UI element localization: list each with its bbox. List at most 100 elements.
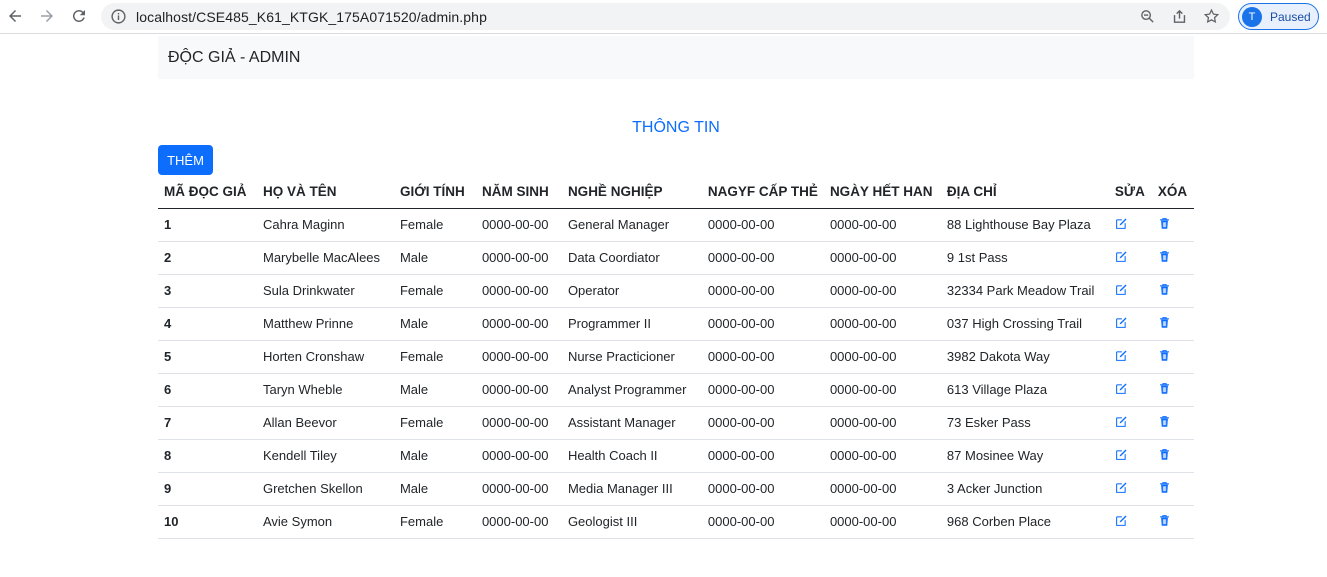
cell-name: Kendell Tiley: [256, 439, 394, 473]
cell-issue-date: 0000-00-00: [701, 505, 824, 539]
cell-address: 613 Village Plaza: [940, 373, 1109, 407]
table-row: 1 Cahra Maginn Female 0000-00-00 General…: [158, 208, 1194, 242]
cell-occupation: Assistant Manager: [561, 406, 702, 440]
trash-icon[interactable]: [1158, 315, 1172, 329]
reload-icon[interactable]: [68, 5, 90, 27]
cell-name: Marybelle MacAlees: [256, 241, 394, 275]
table-row: 3 Sula Drinkwater Female 0000-00-00 Oper…: [158, 274, 1194, 308]
column-header-name: HỌ VÀ TÊN: [256, 175, 394, 209]
trash-icon[interactable]: [1158, 348, 1172, 362]
cell-birth-year: 0000-00-00: [475, 406, 562, 440]
browser-toolbar: localhost/CSE485_K61_KTGK_175A071520/adm…: [0, 0, 1327, 34]
cell-address: 968 Corben Place: [940, 505, 1109, 539]
cell-id: 3: [158, 274, 257, 308]
cell-delete: [1151, 505, 1194, 539]
profile-button[interactable]: T Paused: [1238, 3, 1319, 30]
cell-delete: [1151, 406, 1194, 440]
cell-issue-date: 0000-00-00: [701, 274, 824, 308]
cell-address: 73 Esker Pass: [940, 406, 1109, 440]
column-header-gender: GIỚI TÍNH: [393, 175, 476, 209]
cell-edit: [1108, 340, 1152, 374]
cell-edit: [1108, 241, 1152, 275]
navbar-brand[interactable]: ĐỘC GIẢ - ADMIN: [168, 49, 300, 67]
edit-icon[interactable]: [1115, 414, 1129, 428]
cell-issue-date: 0000-00-00: [701, 307, 824, 341]
cell-delete: [1151, 274, 1194, 308]
trash-icon[interactable]: [1158, 249, 1172, 263]
cell-issue-date: 0000-00-00: [701, 241, 824, 275]
add-button[interactable]: THÊM: [158, 145, 213, 175]
cell-birth-year: 0000-00-00: [475, 505, 562, 539]
trash-icon[interactable]: [1158, 381, 1172, 395]
edit-icon[interactable]: [1115, 381, 1129, 395]
cell-address: 3 Acker Junction: [940, 472, 1109, 506]
zoom-icon[interactable]: [1139, 8, 1156, 25]
trash-icon[interactable]: [1158, 513, 1172, 527]
table-row: 4 Matthew Prinne Male 0000-00-00 Program…: [158, 307, 1194, 341]
edit-icon[interactable]: [1115, 282, 1129, 296]
cell-expiry-date: 0000-00-00: [823, 307, 941, 341]
trash-icon[interactable]: [1158, 216, 1172, 230]
trash-icon[interactable]: [1158, 447, 1172, 461]
trash-icon[interactable]: [1158, 414, 1172, 428]
cell-occupation: Analyst Programmer: [561, 373, 702, 407]
cell-delete: [1151, 241, 1194, 275]
cell-id: 10: [158, 505, 257, 539]
cell-delete: [1151, 439, 1194, 473]
cell-birth-year: 0000-00-00: [475, 274, 562, 308]
cell-birth-year: 0000-00-00: [475, 340, 562, 374]
edit-icon[interactable]: [1115, 249, 1129, 263]
cell-issue-date: 0000-00-00: [701, 406, 824, 440]
table-header-row: MÃ ĐỌC GIẢ HỌ VÀ TÊN GIỚI TÍNH NĂM SINH …: [158, 175, 1194, 209]
trash-icon[interactable]: [1158, 480, 1172, 494]
cell-expiry-date: 0000-00-00: [823, 505, 941, 539]
cell-issue-date: 0000-00-00: [701, 373, 824, 407]
column-header-issue-date: NAGYF CẤP THẺ: [701, 175, 824, 209]
cell-id: 2: [158, 241, 257, 275]
cell-birth-year: 0000-00-00: [475, 307, 562, 341]
edit-icon[interactable]: [1115, 480, 1129, 494]
edit-icon[interactable]: [1115, 216, 1129, 230]
forward-arrow-icon[interactable]: [36, 5, 58, 27]
edit-icon[interactable]: [1115, 447, 1129, 461]
navbar: ĐỘC GIẢ - ADMIN: [158, 36, 1194, 79]
cell-gender: Male: [393, 472, 476, 506]
cell-address: 037 High Crossing Trail: [940, 307, 1109, 341]
cell-birth-year: 0000-00-00: [475, 373, 562, 407]
url-text[interactable]: localhost/CSE485_K61_KTGK_175A071520/adm…: [136, 9, 487, 25]
site-info-icon[interactable]: [110, 8, 127, 25]
cell-expiry-date: 0000-00-00: [823, 340, 941, 374]
cell-birth-year: 0000-00-00: [475, 241, 562, 275]
cell-occupation: Media Manager III: [561, 472, 702, 506]
column-header-edit: SỬA: [1108, 175, 1152, 209]
avatar: T: [1242, 7, 1262, 27]
cell-edit: [1108, 307, 1152, 341]
bookmark-star-icon[interactable]: [1203, 8, 1220, 25]
cell-gender: Female: [393, 340, 476, 374]
edit-icon[interactable]: [1115, 348, 1129, 362]
cell-issue-date: 0000-00-00: [701, 472, 824, 506]
share-icon[interactable]: [1171, 8, 1188, 25]
cell-birth-year: 0000-00-00: [475, 208, 562, 242]
table-row: 7 Allan Beevor Female 0000-00-00 Assista…: [158, 406, 1194, 440]
cell-delete: [1151, 307, 1194, 341]
trash-icon[interactable]: [1158, 282, 1172, 296]
cell-occupation: Programmer II: [561, 307, 702, 341]
cell-delete: [1151, 472, 1194, 506]
back-arrow-icon[interactable]: [4, 5, 26, 27]
cell-occupation: Operator: [561, 274, 702, 308]
cell-occupation: Data Coordiator: [561, 241, 702, 275]
edit-icon[interactable]: [1115, 513, 1129, 527]
cell-occupation: Geologist III: [561, 505, 702, 539]
address-bar[interactable]: localhost/CSE485_K61_KTGK_175A071520/adm…: [101, 3, 1230, 30]
cell-id: 9: [158, 472, 257, 506]
cell-edit: [1108, 208, 1152, 242]
cell-edit: [1108, 505, 1152, 539]
cell-name: Cahra Maginn: [256, 208, 394, 242]
table-row: 10 Avie Symon Female 0000-00-00 Geologis…: [158, 505, 1194, 539]
column-header-address: ĐỊA CHỈ: [940, 175, 1109, 209]
edit-icon[interactable]: [1115, 315, 1129, 329]
column-header-id: MÃ ĐỌC GIẢ: [158, 175, 257, 209]
cell-edit: [1108, 373, 1152, 407]
cell-edit: [1108, 439, 1152, 473]
